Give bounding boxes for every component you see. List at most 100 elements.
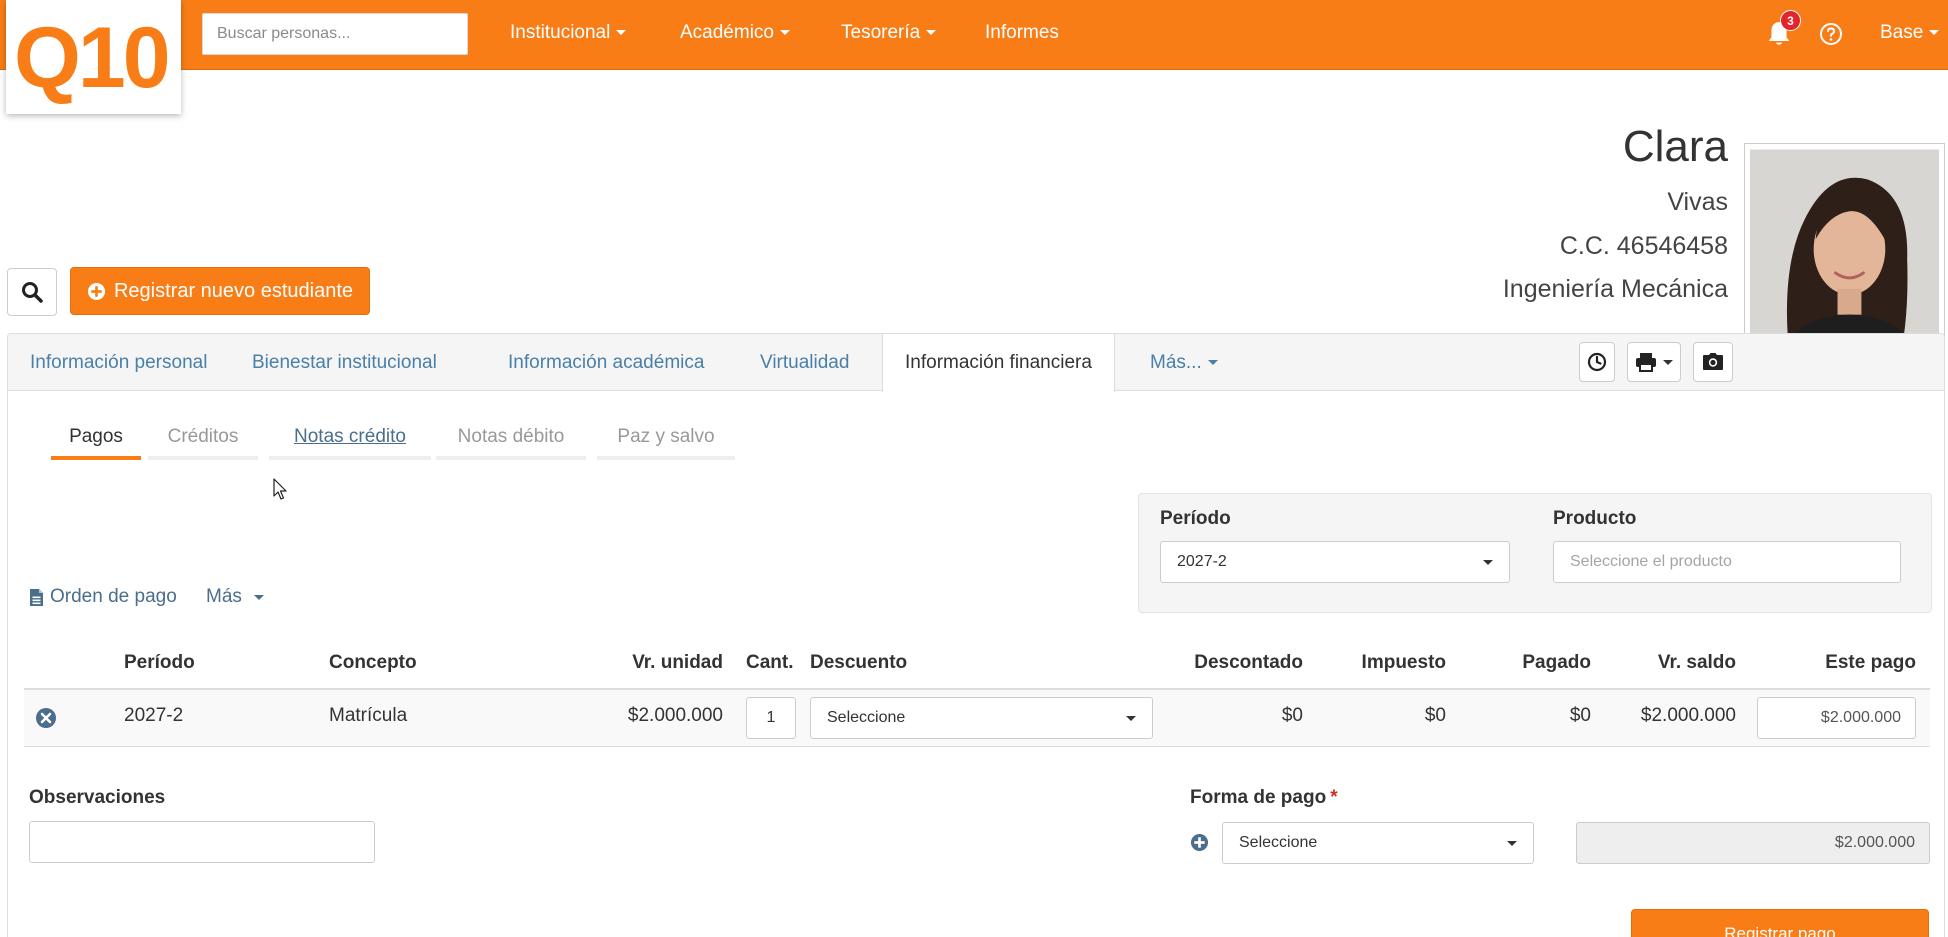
tab-wellbeing[interactable]: Bienestar institucional <box>230 334 459 391</box>
subtab-label: Notas débito <box>457 426 565 447</box>
tab-virtuality[interactable]: Virtualidad <box>738 334 871 391</box>
tab-label: Información financiera <box>905 352 1092 373</box>
subtab-label: Paz y salvo <box>617 426 715 447</box>
chevron-down-icon <box>1126 716 1136 721</box>
subtab-label: Pagos <box>69 426 123 447</box>
discount-value: Seleccione <box>827 709 906 726</box>
nav-label: Informes <box>985 22 1059 43</box>
nav-tesoreria[interactable]: Tesorería <box>841 0 937 68</box>
tab-label: Virtualidad <box>760 352 850 373</box>
subtab-clearance[interactable]: Paz y salvo <box>597 420 735 460</box>
tab-label: Información académica <box>508 352 705 373</box>
nav-informes[interactable]: Informes <box>985 0 1059 68</box>
remove-row-icon[interactable] <box>35 707 57 729</box>
payment-total-field: $2.000.000 <box>1576 822 1930 864</box>
chevron-down-icon <box>253 594 264 600</box>
subtab-underline <box>269 456 431 460</box>
tab-financial-info[interactable]: Información financiera <box>882 334 1115 392</box>
subtab-underline <box>148 456 258 460</box>
required-asterisk: * <box>1330 787 1338 808</box>
nav-institucional[interactable]: Institucional <box>510 0 627 68</box>
plus-circle-icon <box>87 282 106 300</box>
more-actions-dropdown[interactable]: Más <box>206 586 264 608</box>
subtab-payments[interactable]: Pagos <box>51 420 141 460</box>
column-header: Concepto <box>329 652 417 673</box>
student-last-name: Vivas <box>1667 188 1728 216</box>
row-tax: $0 <box>1424 705 1446 726</box>
register-new-student-label: Registrar nuevo estudiante <box>113 279 354 302</box>
search-icon <box>22 282 43 303</box>
notification-badge: 3 <box>1780 10 1801 31</box>
payment-order-link[interactable]: Orden de pago <box>29 586 177 608</box>
column-header: Pagado <box>1522 652 1591 673</box>
this-payment-input[interactable]: $2.000.000 <box>1757 697 1916 739</box>
payment-method-label: Forma de pago <box>1190 787 1327 808</box>
chevron-down-icon <box>780 30 790 36</box>
history-button[interactable] <box>1579 342 1615 382</box>
nav-label: Académico <box>680 22 774 43</box>
printer-icon <box>1636 353 1656 372</box>
search-student-button[interactable] <box>7 268 57 316</box>
subtab-label: Créditos <box>167 426 239 447</box>
payment-method-label-wrap: Forma de pago * <box>1190 787 1338 809</box>
column-header: Vr. unidad <box>632 652 723 673</box>
discount-select[interactable]: Seleccione <box>810 697 1153 739</box>
column-header: Vr. saldo <box>1657 652 1736 673</box>
subtab-underline <box>597 456 735 460</box>
subtab-credit-notes[interactable]: Notas crédito <box>269 420 431 460</box>
nav-academico[interactable]: Académico <box>680 0 790 68</box>
column-header: Período <box>124 652 195 673</box>
product-label: Producto <box>1553 508 1637 529</box>
tab-label: Más... <box>1150 352 1202 373</box>
chevron-down-icon <box>1663 359 1673 365</box>
register-payment-button[interactable]: Registrar pago <box>1631 909 1929 937</box>
payment-method-select[interactable]: Seleccione <box>1222 822 1534 864</box>
chevron-down-icon <box>1507 841 1517 846</box>
subtab-debit-notes[interactable]: Notas débito <box>436 420 586 460</box>
row-discounted: $0 <box>1281 705 1303 726</box>
period-label: Período <box>1160 508 1231 529</box>
filter-panel: Período 2027-2 Producto <box>1138 493 1932 613</box>
subtab-credits[interactable]: Créditos <box>148 420 258 460</box>
observations-input[interactable] <box>29 821 375 863</box>
row-unit-value: $2.000.000 <box>627 705 723 726</box>
tab-more[interactable]: Más... <box>1128 334 1240 391</box>
logo[interactable]: Q10 <box>6 0 181 114</box>
register-new-student-button[interactable]: Registrar nuevo estudiante <box>70 267 370 315</box>
table-row-divider <box>24 746 1930 747</box>
more-actions-label: Más <box>206 586 242 607</box>
column-header: Descuento <box>810 652 908 673</box>
row-period: 2027-2 <box>124 705 184 726</box>
document-icon <box>30 588 43 606</box>
subtab-label: Notas crédito <box>294 426 406 447</box>
tab-label: Información personal <box>30 352 208 373</box>
print-button[interactable] <box>1627 342 1681 382</box>
chevron-down-icon <box>1207 360 1218 366</box>
chevron-down-icon <box>1483 560 1493 565</box>
chevron-down-icon <box>926 30 937 36</box>
avatar <box>1750 149 1939 361</box>
subtab-underline <box>51 456 141 460</box>
tab-label: Bienestar institucional <box>252 352 437 373</box>
row-paid: $0 <box>1569 705 1591 726</box>
student-first-name: Clara <box>1622 122 1728 171</box>
tab-academic-info[interactable]: Información académica <box>486 334 726 391</box>
tab-personal-info[interactable]: Información personal <box>8 334 229 391</box>
search-people-input[interactable] <box>202 13 468 55</box>
chevron-down-icon <box>1929 30 1940 36</box>
payment-order-label: Orden de pago <box>50 586 177 607</box>
main-tabs: Información personal Bienestar instituci… <box>8 334 1944 392</box>
student-detail-panel: Información personal Bienestar instituci… <box>7 333 1945 937</box>
user-label: Base <box>1880 22 1924 43</box>
add-payment-method-icon[interactable] <box>1190 833 1209 852</box>
payment-method-value: Seleccione <box>1239 834 1318 851</box>
camera-icon <box>1703 353 1723 370</box>
camera-button[interactable] <box>1693 342 1733 382</box>
user-menu[interactable]: Base <box>1880 0 1940 68</box>
help-icon[interactable] <box>1819 22 1843 46</box>
column-header: Descontado <box>1194 652 1303 673</box>
quantity-input[interactable]: 1 <box>746 697 796 739</box>
top-navbar: Institucional Académico Tesorería Inform… <box>0 0 1948 70</box>
period-select[interactable]: 2027-2 <box>1160 541 1510 583</box>
product-input[interactable] <box>1553 541 1901 583</box>
